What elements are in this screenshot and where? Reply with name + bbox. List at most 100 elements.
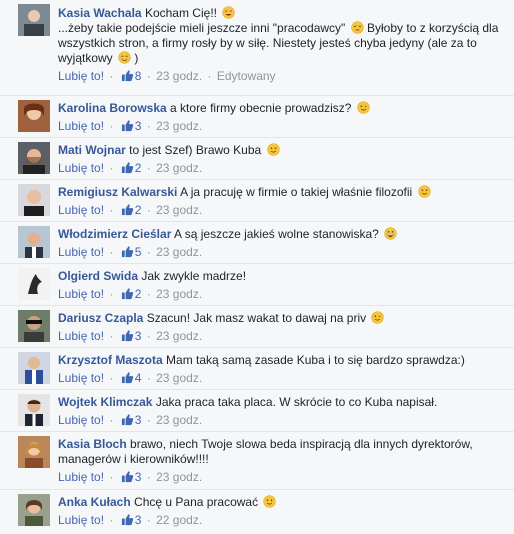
meta-dot: · bbox=[146, 413, 151, 427]
like-count[interactable]: 8 bbox=[135, 69, 142, 83]
comment-author[interactable]: Karolina Borowska bbox=[58, 101, 167, 115]
meta-dot: · bbox=[146, 119, 151, 133]
smile-emoji-icon bbox=[417, 185, 431, 198]
meta-dot: · bbox=[109, 371, 114, 385]
meta-dot: · bbox=[109, 470, 114, 484]
avatar[interactable] bbox=[18, 4, 50, 36]
comment-meta: Lubię to! · 8 · 23 godz. · Edytowany bbox=[58, 68, 506, 86]
comment-time[interactable]: 23 godz. bbox=[156, 161, 202, 175]
comment-item: Remigiusz Kalwarski A ja pracuję w firmi… bbox=[0, 180, 514, 222]
like-link[interactable]: Lubię to! bbox=[58, 287, 104, 301]
avatar[interactable] bbox=[18, 352, 50, 384]
comment-author[interactable]: Kasia Bloch bbox=[58, 437, 127, 451]
comment-time[interactable]: 23 godz. bbox=[156, 245, 202, 259]
meta-dot: · bbox=[109, 413, 114, 427]
comment-meta: Lubię to! · 5 · 23 godz. bbox=[58, 244, 506, 262]
thumbs-up-icon[interactable] bbox=[121, 203, 134, 220]
comment-text: a ktore firmy obecnie prowadzisz? bbox=[170, 101, 352, 115]
comment-time[interactable]: 23 godz. bbox=[156, 69, 202, 83]
like-link[interactable]: Lubię to! bbox=[58, 470, 104, 484]
like-count[interactable]: 2 bbox=[135, 203, 142, 217]
thumbs-up-icon[interactable] bbox=[121, 329, 134, 346]
like-count[interactable]: 3 bbox=[135, 413, 142, 427]
avatar[interactable] bbox=[18, 226, 50, 258]
comment-author[interactable]: Włodzimierz Cieślar bbox=[58, 227, 171, 241]
comment-item: Olgierd Swida Jak zwykle madrze! Lubię t… bbox=[0, 264, 514, 306]
like-count[interactable]: 3 bbox=[135, 119, 142, 133]
avatar[interactable] bbox=[18, 184, 50, 216]
meta-dot: · bbox=[109, 69, 114, 83]
comment-text: Mam taką samą zasade Kuba i to się bardz… bbox=[166, 353, 465, 367]
like-link[interactable]: Lubię to! bbox=[58, 203, 104, 217]
comment-item: Dariusz Czapla Szacun! Jak masz wakat to… bbox=[0, 306, 514, 348]
like-count[interactable]: 3 bbox=[135, 470, 142, 484]
like-link[interactable]: Lubię to! bbox=[58, 161, 104, 175]
like-count[interactable]: 5 bbox=[135, 245, 142, 259]
avatar[interactable] bbox=[18, 100, 50, 132]
meta-dot: · bbox=[146, 203, 151, 217]
avatar[interactable] bbox=[18, 494, 50, 526]
like-link[interactable]: Lubię to! bbox=[58, 245, 104, 259]
like-count[interactable]: 3 bbox=[135, 329, 142, 343]
avatar[interactable] bbox=[18, 310, 50, 342]
thumbs-up-icon[interactable] bbox=[121, 413, 134, 430]
like-count[interactable]: 4 bbox=[135, 371, 142, 385]
like-link[interactable]: Lubię to! bbox=[58, 371, 104, 385]
comment-meta: Lubię to! · 2 · 23 godz. bbox=[58, 286, 506, 304]
avatar[interactable] bbox=[18, 142, 50, 174]
avatar[interactable] bbox=[18, 436, 50, 468]
comment-time[interactable]: 22 godz. bbox=[156, 513, 202, 527]
like-link[interactable]: Lubię to! bbox=[58, 413, 104, 427]
edited-label[interactable]: Edytowany bbox=[217, 69, 276, 83]
comment-text: A ja pracuję w firmie o takiej właśnie f… bbox=[180, 185, 413, 199]
comment-author[interactable]: Anka Kułach bbox=[58, 495, 131, 509]
heart-eyes-emoji-icon bbox=[222, 6, 235, 19]
comment-author[interactable]: Remigiusz Kalwarski bbox=[58, 185, 177, 199]
comment-author[interactable]: Olgierd Swida bbox=[58, 269, 138, 283]
like-link[interactable]: Lubię to! bbox=[58, 119, 104, 133]
comment-text: Szacun! Jak masz wakat to dawaj na priv bbox=[146, 311, 367, 325]
thumbs-up-icon[interactable] bbox=[121, 513, 134, 530]
thumbs-up-icon[interactable] bbox=[121, 119, 134, 136]
comment-time[interactable]: 23 godz. bbox=[156, 329, 202, 343]
comment-time[interactable]: 23 godz. bbox=[156, 287, 202, 301]
comment-author[interactable]: Krzysztof Maszota bbox=[58, 353, 163, 367]
avatar[interactable] bbox=[18, 268, 50, 300]
thumbs-up-icon[interactable] bbox=[121, 161, 134, 178]
like-count[interactable]: 2 bbox=[135, 161, 142, 175]
comment-meta: Lubię to! · 3 · 23 godz. bbox=[58, 469, 506, 487]
unamused-emoji-icon bbox=[351, 21, 364, 34]
comment-time[interactable]: 23 godz. bbox=[156, 470, 202, 484]
comment-author[interactable]: Mati Wojnar bbox=[58, 143, 126, 157]
comment-meta: Lubię to! · 3 · 22 godz. bbox=[58, 512, 506, 530]
comment-author[interactable]: Dariusz Czapla bbox=[58, 311, 143, 325]
like-count[interactable]: 3 bbox=[135, 513, 142, 527]
comment-item: Karolina Borowska a ktore firmy obecnie … bbox=[0, 96, 514, 138]
like-link[interactable]: Lubię to! bbox=[58, 329, 104, 343]
comment-time[interactable]: 23 godz. bbox=[156, 371, 202, 385]
comment-text: Jak zwykle madrze! bbox=[141, 269, 247, 283]
comment-time[interactable]: 23 godz. bbox=[156, 413, 202, 427]
comment-time[interactable]: 23 godz. bbox=[156, 119, 202, 133]
thumbs-up-icon[interactable] bbox=[121, 287, 134, 304]
comment-time[interactable]: 23 godz. bbox=[156, 203, 202, 217]
like-link[interactable]: Lubię to! bbox=[58, 69, 104, 83]
meta-dot: · bbox=[109, 329, 114, 343]
comment-author[interactable]: Kasia Wachala bbox=[58, 6, 142, 20]
like-count[interactable]: 2 bbox=[135, 287, 142, 301]
smile-emoji-icon bbox=[263, 495, 277, 508]
comment-meta: Lubię to! · 3 · 23 godz. bbox=[58, 412, 506, 430]
comment-item: Wojtek Klimczak Jaka praca taka placa. W… bbox=[0, 390, 514, 432]
avatar[interactable] bbox=[18, 394, 50, 426]
thumbs-up-icon[interactable] bbox=[121, 69, 134, 86]
thumbs-up-icon[interactable] bbox=[121, 371, 134, 388]
thumbs-up-icon[interactable] bbox=[121, 245, 134, 262]
comment-meta: Lubię to! · 3 · 23 godz. bbox=[58, 118, 506, 136]
meta-dot: · bbox=[146, 470, 151, 484]
comment-text: A są jeszcze jakieś wolne stanowiska? bbox=[174, 227, 379, 241]
comment-meta: Lubię to! · 2 · 23 godz. bbox=[58, 202, 506, 220]
comment-author[interactable]: Wojtek Klimczak bbox=[58, 395, 152, 409]
like-link[interactable]: Lubię to! bbox=[58, 513, 104, 527]
thumbs-up-icon[interactable] bbox=[121, 470, 134, 487]
meta-dot: · bbox=[146, 371, 151, 385]
